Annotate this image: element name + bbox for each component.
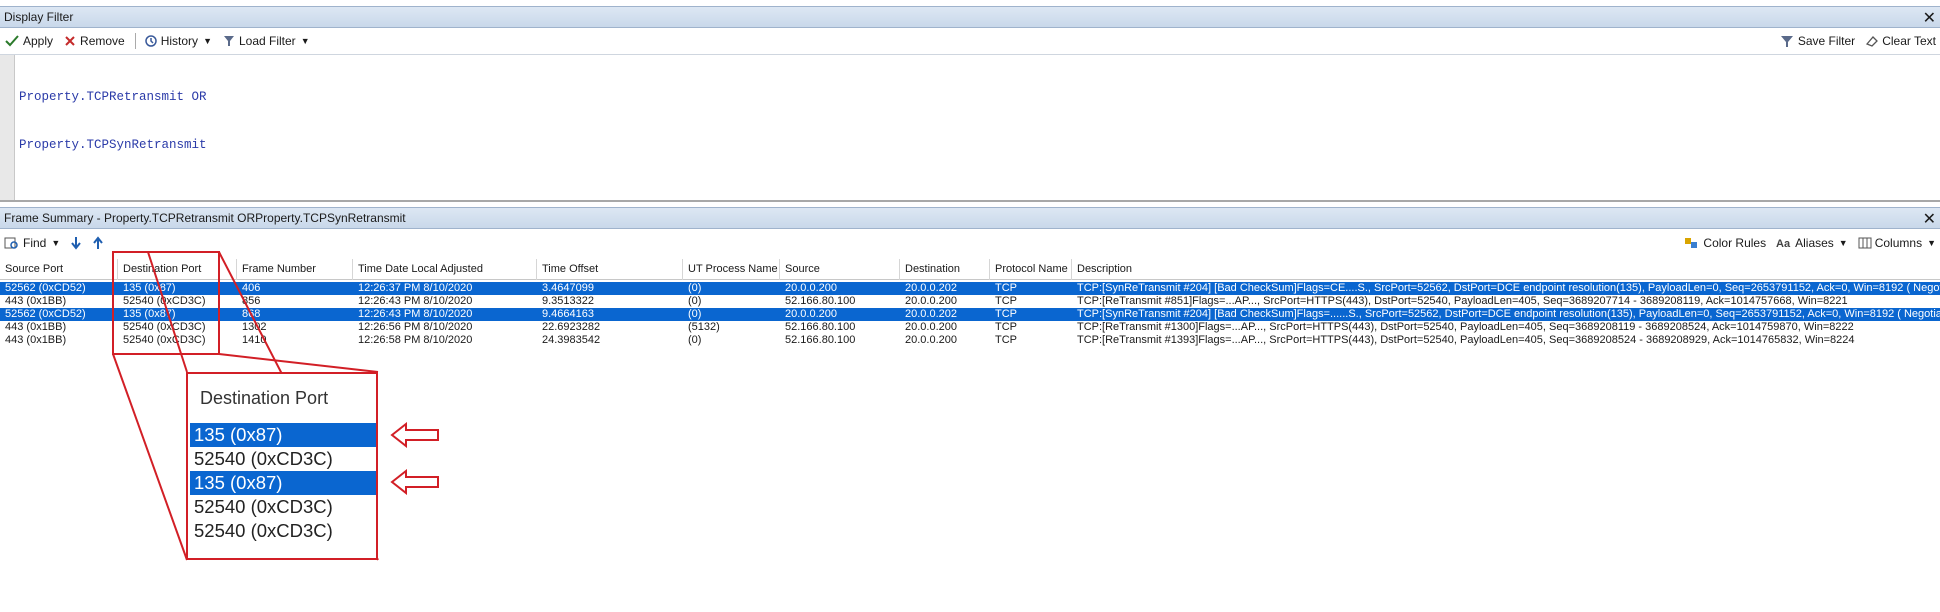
callout-row: 135 (0x87) <box>190 471 376 495</box>
callout-connector-line <box>218 353 379 373</box>
left-arrow-icon <box>390 422 439 448</box>
callout-connector-line <box>112 353 188 561</box>
destination-port-zoom-callout: Destination Port 135 (0x87) 52540 (0xCD3… <box>186 372 378 560</box>
callout-header: Destination Port <box>200 388 329 408</box>
callout-row: 52540 (0xCD3C) <box>194 520 333 541</box>
highlight-rectangle <box>112 251 220 355</box>
callout-row: 135 (0x87) <box>190 423 376 447</box>
left-arrow-icon <box>390 469 439 495</box>
callout-row: 52540 (0xCD3C) <box>194 448 333 469</box>
callout-row: 52540 (0xCD3C) <box>194 496 333 517</box>
